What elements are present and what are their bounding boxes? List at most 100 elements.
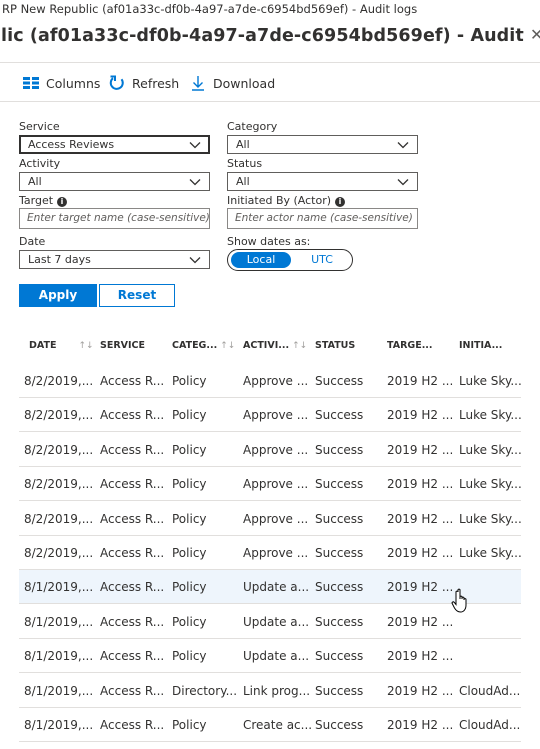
cell-initiated-by: CloudAd...	[459, 718, 521, 732]
column-header-date[interactable]: DATE ↑↓	[29, 334, 94, 358]
cell-initiated-by: Luke Sky...	[459, 442, 522, 457]
status-select-value: All	[236, 175, 250, 188]
column-header-initiated-by[interactable]: INITIA...	[459, 334, 502, 358]
cell-initiated-by: Luke Sky...	[459, 408, 522, 423]
cell-service: Access R...	[100, 614, 165, 629]
cell-service: Access R...	[100, 649, 165, 664]
cell-status: Success	[315, 408, 364, 423]
cell-activity: Update a...	[243, 580, 310, 595]
table-row[interactable]: 8/1/2019,... Access R... Directory... Link …	[19, 674, 521, 708]
cell-target: 2019 H2 ...	[387, 477, 454, 492]
column-header-target[interactable]: TARGE...	[387, 334, 433, 358]
show-dates-label: Show dates as:	[227, 235, 311, 248]
column-header-service[interactable]: SERVICE	[100, 334, 145, 358]
cell-initiated-by: Luke Sky...	[459, 546, 522, 560]
chevron-down-icon	[397, 179, 409, 186]
download-button[interactable]: Download	[189, 73, 275, 93]
info-icon[interactable]: i	[57, 197, 68, 207]
cell-service: Access R...	[100, 477, 165, 492]
refresh-label: Refresh	[132, 75, 180, 91]
breadcrumb[interactable]: RP New Republic (af01a33c-df0b-4a97-a7de…	[0, 0, 540, 20]
table-row[interactable]: 8/2/2019,... Access R... Policy Approve ...…	[19, 364, 522, 398]
table-row[interactable]: 8/1/2019,... Access R... Policy Update a...…	[19, 570, 521, 605]
toggle-utc[interactable]: UTC	[294, 252, 350, 268]
columns-label: Columns	[46, 75, 101, 91]
column-header-label: DATE	[29, 340, 57, 351]
apply-button[interactable]: Apply	[19, 284, 97, 307]
cell-category: Policy	[172, 511, 207, 526]
table-row[interactable]: 8/2/2019,... Access R... Policy Approve ...…	[19, 398, 522, 433]
activity-select-value: All	[28, 175, 42, 188]
cell-activity: Create ac...	[243, 718, 313, 732]
cell-status: Success	[315, 580, 364, 595]
activity-label: Activity	[19, 157, 61, 170]
cell-service: Access R...	[100, 408, 165, 423]
cell-initiated-by: Luke Sky...	[459, 511, 522, 526]
table-row[interactable]: 8/2/2019,... Access R... Policy Approve ...…	[19, 536, 522, 570]
table-row[interactable]: 8/1/2019,... Access R... Policy Update a...…	[19, 639, 521, 674]
columns-icon	[22, 74, 40, 92]
cell-category: Policy	[172, 477, 207, 492]
cell-category: Policy	[172, 649, 207, 664]
cell-date: 8/2/2019,...	[24, 546, 94, 560]
cell-activity: Approve ...	[243, 442, 309, 457]
cell-category: Policy	[172, 546, 207, 560]
table-row[interactable]: 8/2/2019,... Access R... Policy Approve ...…	[19, 502, 522, 536]
chevron-down-icon	[189, 179, 201, 186]
date-format-toggle[interactable]: Local UTC	[227, 249, 353, 271]
category-select-value: All	[236, 138, 250, 151]
cell-service: Access R...	[100, 442, 165, 457]
cell-date: 8/2/2019,...	[24, 511, 94, 526]
download-icon	[189, 74, 207, 92]
cell-target: 2019 H2 ...	[387, 649, 454, 664]
sort-icon: ↑↓	[78, 341, 94, 351]
cell-status: Success	[315, 649, 364, 664]
target-input[interactable]: Enter target name (case-sensitive)	[19, 208, 210, 229]
info-icon[interactable]: i	[335, 197, 346, 207]
reset-button[interactable]: Reset	[99, 284, 175, 307]
column-header-status[interactable]: STATUS	[315, 334, 355, 358]
status-select[interactable]: All	[227, 172, 418, 191]
service-select-value: Access Reviews	[28, 138, 115, 151]
table-row[interactable]: 8/1/2019,... Access R... Policy Create ac..…	[19, 708, 521, 742]
table-row[interactable]: 8/2/2019,... Access R... Policy Approve ...…	[19, 433, 522, 467]
close-icon[interactable]: ✕	[530, 25, 540, 44]
status-label: Status	[227, 157, 263, 170]
cell-initiated-by: CloudAd...	[459, 683, 521, 698]
category-select[interactable]: All	[227, 135, 418, 154]
initiated-by-input[interactable]: Enter actor name (case-sensitive)	[227, 208, 418, 229]
cell-target: 2019 H2 ...	[387, 683, 454, 698]
refresh-button[interactable]: Refresh	[108, 73, 179, 93]
cell-date: 8/2/2019,...	[24, 442, 94, 457]
date-select[interactable]: Last 7 days	[19, 250, 210, 269]
columns-button[interactable]: Columns	[22, 73, 100, 93]
cell-target: 2019 H2 ...	[387, 614, 454, 629]
command-bar: Columns Refresh Download	[0, 62, 540, 102]
target-label-text: Target	[19, 194, 54, 207]
cell-category: Policy	[172, 718, 207, 732]
initiated-by-label: Initiated By (Actor) i	[227, 194, 346, 207]
cell-target: 2019 H2 ...	[387, 511, 454, 526]
service-select[interactable]: Access Reviews	[19, 135, 210, 154]
cell-status: Success	[315, 477, 364, 492]
column-header-category[interactable]: CATEG... ↑↓	[172, 334, 235, 358]
table-row[interactable]: 8/2/2019,... Access R... Policy Approve ...…	[19, 467, 522, 502]
cell-status: Success	[315, 546, 364, 560]
cell-category: Policy	[172, 614, 207, 629]
cell-initiated-by: Luke Sky...	[459, 477, 522, 492]
cell-category: Policy	[172, 408, 207, 423]
cell-category: Policy	[172, 580, 207, 595]
chevron-down-icon	[189, 257, 201, 264]
cell-activity: Approve ...	[243, 477, 309, 492]
cell-service: Access R...	[100, 374, 165, 388]
hand-cursor-icon	[451, 588, 467, 613]
cell-status: Success	[315, 374, 364, 388]
sort-icon: ↑↓	[220, 341, 236, 351]
cell-target: 2019 H2 ...	[387, 374, 454, 388]
column-header-activity[interactable]: ACTIVI... ↑↓	[243, 334, 307, 358]
activity-select[interactable]: All	[19, 172, 210, 191]
page-title: lic (af01a33c-df0b-4a97-a7de-c6954bd569e…	[1, 26, 530, 46]
download-label: Download	[213, 75, 276, 91]
toggle-local[interactable]: Local	[231, 252, 291, 268]
table-row[interactable]: 8/1/2019,... Access R... Policy Update a...…	[19, 605, 521, 639]
